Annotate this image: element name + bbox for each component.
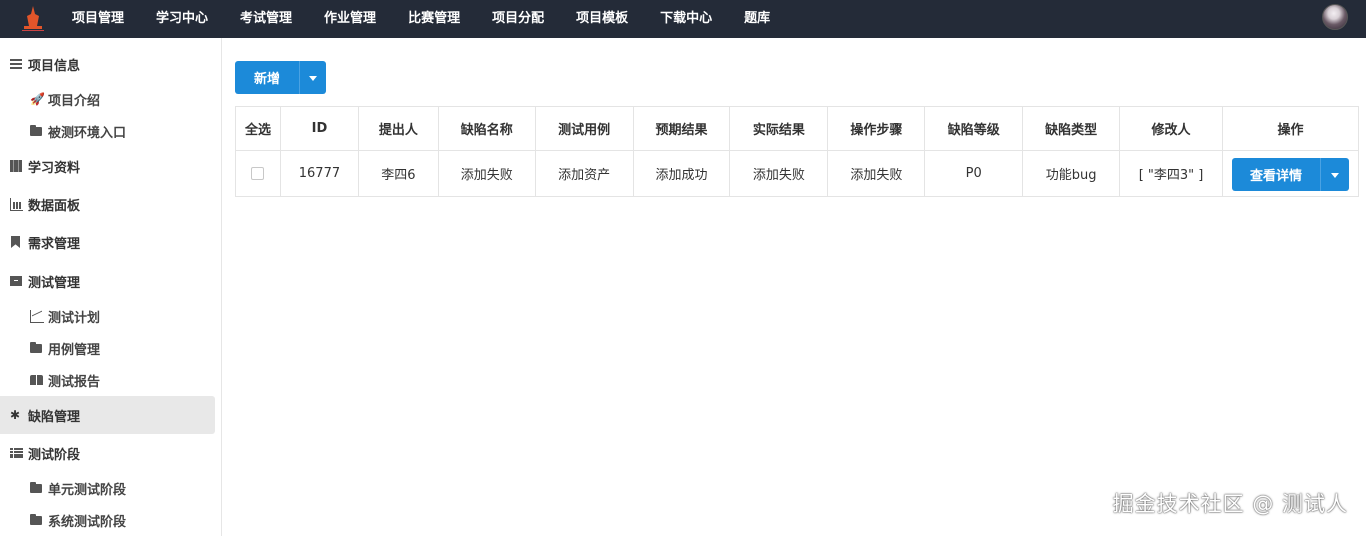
sidebar: 项目信息 🚀 项目介绍 被测环境入口 学习资料 数据面板 需求管理 测试管理 测… bbox=[0, 38, 222, 536]
cell-defect-name: 添加失败 bbox=[437, 150, 536, 197]
sidebar-item-label: 系统测试阶段 bbox=[48, 514, 127, 530]
column-header-steps: 操作步骤 bbox=[827, 106, 926, 151]
caret-down-icon bbox=[1330, 172, 1339, 178]
archive-icon bbox=[10, 275, 24, 287]
bookmark-icon bbox=[10, 236, 24, 248]
cell-defect-type: 功能bug bbox=[1022, 150, 1121, 197]
sidebar-item-test-env-entry[interactable]: 被测环境入口 bbox=[0, 113, 215, 149]
view-detail-button[interactable]: 查看详情 bbox=[1231, 157, 1320, 191]
nav-item-question-bank[interactable]: 题库 bbox=[728, 0, 786, 38]
column-header-modifier: 修改人 bbox=[1119, 106, 1223, 151]
sidebar-item-data-dashboard[interactable]: 数据面板 bbox=[0, 186, 215, 222]
cell-steps: 添加失败 bbox=[827, 150, 926, 197]
top-navbar: 项目管理 学习中心 考试管理 作业管理 比赛管理 项目分配 项目模板 下载中心 … bbox=[0, 0, 1366, 38]
bug-icon: ✱ bbox=[10, 408, 21, 422]
list-icon bbox=[10, 58, 24, 70]
select-all-header[interactable]: 全选 bbox=[235, 106, 281, 151]
cell-expected-result: 添加成功 bbox=[632, 150, 731, 197]
watermark: 掘金技术社区 @ 测试人 bbox=[1112, 492, 1348, 516]
cell-actions: 查看详情 bbox=[1221, 150, 1360, 197]
row-select-cell bbox=[235, 150, 281, 197]
sidebar-item-project-info[interactable]: 项目信息 bbox=[0, 46, 215, 82]
sidebar-item-test-phase[interactable]: 测试阶段 bbox=[0, 435, 215, 471]
cell-actual-result: 添加失败 bbox=[729, 150, 829, 197]
cell-defect-level: P0 bbox=[924, 150, 1024, 197]
column-header-test-case: 测试用例 bbox=[534, 106, 634, 151]
cell-id: 16777 bbox=[279, 150, 359, 197]
column-header-reporter: 提出人 bbox=[357, 106, 439, 151]
sidebar-item-label: 缺陷管理 bbox=[28, 409, 81, 425]
sidebar-item-label: 需求管理 bbox=[28, 236, 81, 252]
nav-item-competition-management[interactable]: 比赛管理 bbox=[392, 0, 476, 38]
column-header-actual-result: 实际结果 bbox=[729, 106, 829, 151]
nav-item-learning-center[interactable]: 学习中心 bbox=[140, 0, 224, 38]
column-header-expected-result: 预期结果 bbox=[632, 106, 731, 151]
cell-modifier: [ "李四3" ] bbox=[1119, 150, 1223, 197]
sidebar-item-label: 测试报告 bbox=[48, 374, 101, 390]
view-detail-dropdown-toggle[interactable] bbox=[1319, 157, 1349, 191]
sidebar-item-label: 用例管理 bbox=[48, 342, 101, 358]
folder-icon bbox=[30, 125, 44, 137]
sidebar-item-label: 项目介绍 bbox=[48, 93, 101, 109]
sidebar-item-label: 测试阶段 bbox=[28, 447, 81, 463]
sidebar-item-test-report[interactable]: 测试报告 bbox=[0, 362, 215, 398]
view-detail-button-group: 查看详情 bbox=[1231, 157, 1349, 191]
sidebar-item-unit-test-phase[interactable]: 单元测试阶段 bbox=[0, 470, 215, 506]
nav-item-project-template[interactable]: 项目模板 bbox=[560, 0, 644, 38]
nav-item-exam-management[interactable]: 考试管理 bbox=[224, 0, 308, 38]
cell-test-case: 添加资产 bbox=[534, 150, 634, 197]
table-row: 16777 李四6 添加失败 添加资产 添加成功 添加失败 添加失败 P0 功能… bbox=[235, 150, 1360, 197]
column-header-actions: 操作 bbox=[1221, 106, 1360, 151]
sidebar-item-label: 单元测试阶段 bbox=[48, 482, 127, 498]
user-avatar[interactable] bbox=[1322, 4, 1348, 30]
sidebar-item-requirement-management[interactable]: 需求管理 bbox=[0, 224, 215, 260]
column-header-id: ID bbox=[279, 106, 359, 151]
sidebar-item-learning-materials[interactable]: 学习资料 bbox=[0, 148, 215, 184]
caret-down-icon bbox=[309, 76, 317, 81]
nav-item-homework-management[interactable]: 作业管理 bbox=[308, 0, 392, 38]
column-header-defect-name: 缺陷名称 bbox=[437, 106, 536, 151]
rocket-icon: 🚀 bbox=[30, 92, 45, 106]
row-checkbox[interactable] bbox=[251, 167, 265, 180]
nav-item-project-assignment[interactable]: 项目分配 bbox=[476, 0, 560, 38]
sidebar-item-test-plan[interactable]: 测试计划 bbox=[0, 298, 215, 334]
sidebar-item-defect-management[interactable]: ✱ 缺陷管理 bbox=[0, 396, 215, 434]
folder-icon bbox=[30, 342, 44, 354]
sidebar-item-case-management[interactable]: 用例管理 bbox=[0, 330, 215, 366]
add-button-group: 新增 bbox=[235, 61, 326, 94]
column-header-defect-type: 缺陷类型 bbox=[1022, 106, 1121, 151]
th-list-icon bbox=[10, 447, 24, 459]
sidebar-item-test-management[interactable]: 测试管理 bbox=[0, 263, 215, 299]
folder-icon bbox=[30, 514, 44, 526]
bar-chart-icon bbox=[10, 198, 24, 211]
folder-icon bbox=[30, 482, 44, 494]
sidebar-item-label: 测试管理 bbox=[28, 275, 81, 291]
book-icon bbox=[30, 374, 44, 386]
sidebar-item-label: 学习资料 bbox=[28, 160, 81, 176]
logo-icon[interactable] bbox=[20, 4, 46, 34]
sidebar-item-label: 项目信息 bbox=[28, 58, 81, 74]
sidebar-item-label: 数据面板 bbox=[28, 198, 81, 214]
sidebar-item-label: 测试计划 bbox=[48, 310, 101, 326]
line-chart-icon bbox=[30, 310, 44, 323]
sidebar-item-system-test-phase[interactable]: 系统测试阶段 bbox=[0, 502, 215, 538]
add-button[interactable]: 新增 bbox=[235, 61, 299, 94]
map-icon bbox=[10, 160, 24, 172]
sidebar-item-label: 被测环境入口 bbox=[48, 125, 127, 141]
nav-item-project-management[interactable]: 项目管理 bbox=[56, 0, 140, 38]
table-header-row: 全选 ID 提出人 缺陷名称 测试用例 预期结果 实际结果 操作步骤 缺陷等级 … bbox=[235, 106, 1360, 151]
main-nav: 项目管理 学习中心 考试管理 作业管理 比赛管理 项目分配 项目模板 下载中心 … bbox=[56, 0, 786, 38]
add-dropdown-toggle[interactable] bbox=[299, 61, 326, 94]
cell-reporter: 李四6 bbox=[357, 150, 439, 197]
defect-table: 全选 ID 提出人 缺陷名称 测试用例 预期结果 实际结果 操作步骤 缺陷等级 … bbox=[235, 106, 1360, 197]
sidebar-item-project-intro[interactable]: 🚀 项目介绍 bbox=[0, 81, 215, 117]
nav-item-download-center[interactable]: 下载中心 bbox=[644, 0, 728, 38]
column-header-defect-level: 缺陷等级 bbox=[924, 106, 1024, 151]
